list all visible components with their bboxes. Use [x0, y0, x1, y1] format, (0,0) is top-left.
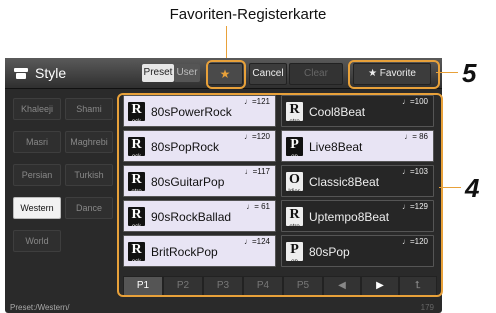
preset-tab[interactable]: Preset	[142, 64, 174, 82]
callout-4: 4	[465, 173, 480, 203]
callout-line-5	[436, 72, 458, 73]
callout-line-4	[439, 187, 461, 188]
style-icon	[14, 68, 28, 79]
category-world[interactable]: World	[13, 230, 61, 252]
clear-button[interactable]: Clear	[289, 63, 343, 85]
caption-pointer	[226, 26, 227, 60]
status-count: 179	[420, 303, 434, 312]
category-western[interactable]: Western	[13, 197, 61, 219]
status-path: Preset:/Western/	[10, 303, 70, 312]
category-shami[interactable]: Shami	[65, 98, 113, 120]
category-maghrebi[interactable]: Maghrebi	[65, 131, 113, 153]
figure-caption: Favoriten-Registerkarte	[169, 6, 327, 23]
category-turkish[interactable]: Turkish	[65, 164, 113, 186]
app-title: Style	[35, 65, 67, 81]
style-screen: Style Preset User ★ Cancel Clear ★ Favor…	[5, 58, 443, 313]
category-khaleeji[interactable]: Khaleeji	[13, 98, 61, 120]
category-persian[interactable]: Persian	[13, 164, 61, 186]
cancel-button[interactable]: Cancel	[249, 63, 287, 85]
category-dance[interactable]: Dance	[65, 197, 113, 219]
category-masri[interactable]: Masri	[13, 131, 61, 153]
favorite-tab-highlight	[206, 60, 246, 89]
favorite-button-highlight	[348, 60, 440, 89]
callout-5: 5	[462, 58, 477, 88]
user-tab[interactable]: User	[174, 64, 200, 82]
style-grid-highlight	[117, 93, 443, 297]
